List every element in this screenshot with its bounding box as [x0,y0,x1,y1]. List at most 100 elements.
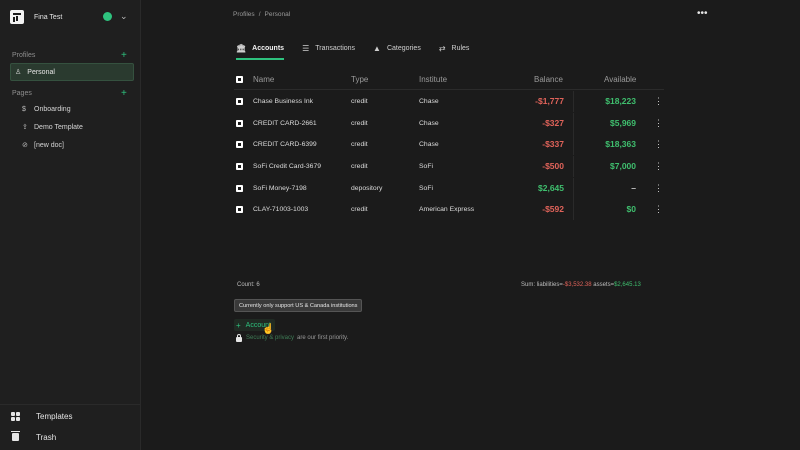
column-separator [573,199,574,220]
bank-icon: 🏛︎ [236,43,247,53]
account-name: Chase Business Ink [253,98,314,105]
status-dot [103,12,112,21]
table-row[interactable]: SoFi Credit Card-3679 credit SoFi -$500 $7,0… [234,156,664,177]
more-options-button[interactable]: ••• [697,8,708,19]
sidebar-item-demo-template[interactable]: ⇪ Demo Template [22,121,83,133]
breadcrumb: Profiles / Personal [233,11,290,18]
account-name: CREDIT CARD-6399 [253,141,317,148]
sidebar-item-new-doc[interactable]: ⊘ [new doc] [22,139,64,151]
sidebar-item-label: [new doc] [34,141,64,149]
table-row[interactable]: CREDIT CARD-6399 credit Chase -$337 $18,363 ⋮ [234,134,664,155]
breadcrumb-separator: / [258,11,261,18]
add-page-button[interactable]: + [121,89,127,99]
account-type: credit [351,206,368,213]
person-icon: ♙ [15,69,22,76]
table-row[interactable]: Chase Business Ink credit Chase -$1,777 $18,… [234,91,664,112]
account-available: $5,969 [610,118,636,128]
table-row[interactable]: CREDIT CARD-2661 credit Chase -$327 $5,969 ⋮ [234,113,664,134]
chevron-down-icon[interactable]: ⌄ [120,11,128,22]
sum-summary: Sum: liabilities=-$3,532.38 assets=$2,64… [521,282,641,288]
row-checkbox[interactable] [236,185,243,192]
account-type: depository [351,185,383,192]
column-header-type[interactable]: Type [351,75,368,84]
account-balance: $2,645 [538,183,564,193]
account-institute: Chase [419,120,439,127]
column-header-institute[interactable]: Institute [419,75,447,84]
tab-label: Transactions [315,44,356,52]
sum-liabilities-label: Sum: liabilities= [521,282,563,288]
tab-accounts[interactable]: 🏛︎ Accounts [236,40,285,60]
tab-label: Rules [451,44,470,52]
account-institute: SoFi [419,163,433,170]
pages-section-title: Pages [12,90,32,97]
account-type: credit [351,163,368,170]
upload-icon: ⇪ [22,124,28,131]
account-available: $18,223 [605,96,636,106]
row-menu-icon[interactable]: ⋮ [654,204,663,215]
account-name: SoFi Credit Card-3679 [253,163,321,170]
row-count: Count: 6 [237,282,260,288]
table-row[interactable]: CLAY-71003-1003 credit American Express -$5… [234,199,664,220]
security-text: are our first priority. [297,335,349,341]
column-header-available[interactable]: Available [604,75,636,84]
sidebar-item-label: Onboarding [34,105,71,113]
sidebar-item-label: Templates [36,411,73,421]
account-institute: SoFi [419,185,433,192]
tab-bar: 🏛︎ Accounts ☰ Transactions ▲ Categories … [236,40,487,60]
account-balance: -$1,777 [535,96,564,106]
sidebar-item-trash[interactable]: Trash [10,430,56,444]
select-all-checkbox[interactable] [236,76,243,83]
column-separator [573,113,574,134]
plus-icon: + [236,320,241,330]
workspace-name: Fina Test [34,13,63,21]
sidebar-item-label: Personal [27,68,55,76]
row-checkbox[interactable] [236,141,243,148]
row-checkbox[interactable] [236,98,243,105]
breadcrumb-root[interactable]: Profiles [233,11,255,18]
sidebar-item-label: Demo Template [34,123,83,131]
sum-assets-value: $2,645.13 [614,282,641,288]
account-available: $18,363 [605,139,636,149]
column-separator [573,91,574,112]
row-checkbox[interactable] [236,163,243,170]
account-type: credit [351,120,368,127]
tab-transactions[interactable]: ☰ Transactions [302,40,355,56]
list-icon: ☰ [302,43,310,53]
account-institute: Chase [419,141,439,148]
row-menu-icon[interactable]: ⋮ [654,118,663,129]
row-menu-icon[interactable]: ⋮ [654,183,663,194]
account-available: $7,000 [610,161,636,171]
tab-rules[interactable]: ⇄ Rules [439,40,470,56]
breadcrumb-current[interactable]: Personal [265,11,291,18]
column-header-name[interactable]: Name [253,75,274,84]
account-type: credit [351,98,368,105]
table-row[interactable]: SoFi Money-7198 depository SoFi $2,645 – ⋮ [234,178,664,199]
account-name: CREDIT CARD-2661 [253,120,317,127]
workspace-switcher[interactable]: Fina Test ⌄ [10,9,132,25]
sidebar-item-templates[interactable]: Templates [10,409,72,423]
tab-label: Accounts [252,44,285,52]
sidebar-item-label: Trash [36,432,57,442]
divider [0,404,140,405]
row-checkbox[interactable] [236,120,243,127]
region-tooltip: Currently only support US & Canada insti… [234,299,363,312]
lock-icon [236,334,242,342]
add-profile-button[interactable]: + [121,51,127,61]
row-menu-icon[interactable]: ⋮ [654,139,663,150]
security-link[interactable]: Security & privacy [246,335,294,341]
row-menu-icon[interactable]: ⋮ [654,161,663,172]
sidebar-item-onboarding[interactable]: $ Onboarding [22,103,71,115]
rules-icon: ⇄ [438,43,446,53]
row-menu-icon[interactable]: ⋮ [654,96,663,107]
account-balance: -$337 [542,139,564,149]
no-icon: ⊘ [22,142,28,149]
account-institute: Chase [419,98,439,105]
account-name: SoFi Money-7198 [253,185,307,192]
column-header-balance[interactable]: Balance [534,75,563,84]
tab-categories[interactable]: ▲ Categories [373,40,421,56]
row-checkbox[interactable] [236,206,243,213]
column-separator [573,134,574,155]
account-balance: -$592 [542,204,564,214]
app-logo [10,10,24,24]
sidebar-item-personal[interactable]: ♙ Personal [10,63,134,81]
